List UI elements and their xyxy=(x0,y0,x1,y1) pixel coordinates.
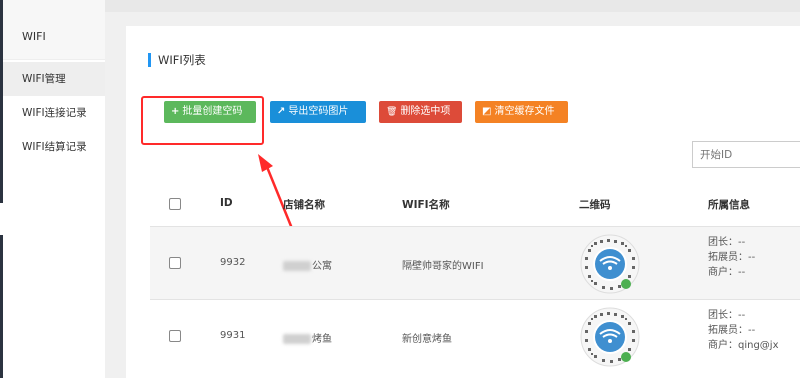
row-leader: 团长：-- xyxy=(708,310,746,321)
select-all-checkbox[interactable] xyxy=(169,198,181,210)
row-checkbox[interactable] xyxy=(169,330,181,342)
header-wifi-name: WIFI名称 xyxy=(402,199,450,211)
row-promoter: 拓展员：-- xyxy=(708,325,756,336)
row-wifi-name: 隔壁帅哥家的WIFI xyxy=(402,261,484,272)
row-leader: 团长：-- xyxy=(708,237,746,248)
qrcode-image[interactable] xyxy=(580,234,640,294)
row-id: 9932 xyxy=(220,257,246,268)
redacted-text xyxy=(283,261,311,271)
qrcode-image[interactable] xyxy=(580,307,640,367)
app-root: WIFI WIFI管理 WIFI连接记录 WIFI结算记录 WIFI列表 + 批量… xyxy=(0,0,800,378)
table-header: ID 店铺名称 WIFI名称 二维码 所属信息 xyxy=(150,186,800,224)
table-row[interactable]: 9932 公寓 隔壁帅哥家的WIFI 团长：-- 拓展员：-- 商户：-- xyxy=(150,226,800,299)
row-checkbox[interactable] xyxy=(169,257,181,269)
row-shop-name: 烤鱼 xyxy=(283,330,332,345)
row-merchant: 商户：qing@jx xyxy=(708,340,779,351)
redacted-text xyxy=(283,334,311,344)
row-id: 9931 xyxy=(220,330,246,341)
row-shop-name: 公寓 xyxy=(283,257,332,272)
row-wifi-name: 新创意烤鱼 xyxy=(402,334,452,345)
header-qrcode: 二维码 xyxy=(579,199,611,211)
row-promoter: 拓展员：-- xyxy=(708,252,756,263)
header-shop-name: 店铺名称 xyxy=(283,199,325,211)
start-id-input[interactable] xyxy=(692,141,800,168)
table-row[interactable]: 9931 烤鱼 新创意烤鱼 团长：-- 拓展员：-- 商户：qing@jx xyxy=(150,299,800,372)
header-id: ID xyxy=(220,197,233,209)
row-info: 团长：-- 拓展员：-- 商户：qing@jx xyxy=(708,308,779,353)
annotation-arrow-head xyxy=(258,154,273,172)
row-info: 团长：-- 拓展员：-- 商户：-- xyxy=(708,235,755,280)
header-info: 所属信息 xyxy=(708,199,750,211)
row-merchant: 商户：-- xyxy=(708,267,746,278)
